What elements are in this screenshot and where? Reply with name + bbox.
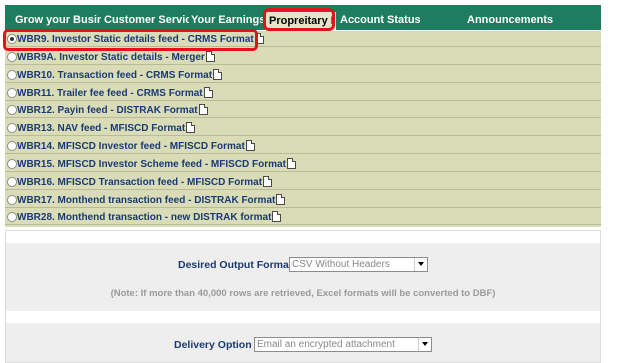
report-row-wbr17[interactable]: WBR17. Monthend transaction feed - DISTR… bbox=[5, 192, 601, 208]
report-row-wbr15[interactable]: WBR15. MFISCD Investor Scheme feed - MFI… bbox=[5, 156, 601, 172]
report-radio[interactable] bbox=[7, 159, 17, 169]
document-icon bbox=[263, 176, 273, 187]
options-panel: Desired Output Format CSV Without Header… bbox=[5, 230, 601, 363]
chevron-down-icon[interactable] bbox=[418, 338, 431, 351]
document-icon bbox=[286, 158, 296, 169]
report-label[interactable]: WBR28. Monthend transaction - new DISTRA… bbox=[17, 212, 271, 223]
report-radio[interactable] bbox=[7, 105, 17, 115]
panel-spacer bbox=[6, 311, 600, 323]
report-radio[interactable] bbox=[7, 88, 17, 98]
active-tab-highlight bbox=[263, 8, 335, 31]
report-label[interactable]: WBR10. Transaction feed - CRMS Format bbox=[17, 70, 212, 81]
report-row-wbr16[interactable]: WBR16. MFISCD Transaction feed - MFISCD … bbox=[5, 174, 601, 190]
report-row-wbr14[interactable]: WBR14. MFISCD Investor feed - MFISCD For… bbox=[5, 138, 601, 154]
document-icon bbox=[198, 104, 208, 115]
document-icon bbox=[205, 51, 215, 62]
report-row-wbr9a[interactable]: WBR9A. Investor Static details - Merger bbox=[5, 49, 601, 65]
output-format-select[interactable]: CSV Without Headers bbox=[289, 257, 428, 272]
report-row-wbr11[interactable]: WBR11. Trailer fee feed - CRMS Format bbox=[5, 85, 601, 101]
report-label[interactable]: WBR13. NAV feed - MFISCD Format bbox=[17, 123, 185, 134]
tab-account-status[interactable]: Account Status bbox=[340, 5, 420, 30]
report-row-wbr28[interactable]: WBR28. Monthend transaction - new DISTRA… bbox=[5, 209, 601, 225]
report-radio[interactable] bbox=[7, 177, 17, 187]
document-icon bbox=[276, 194, 286, 205]
report-radio[interactable] bbox=[7, 141, 17, 151]
document-icon bbox=[213, 69, 223, 80]
report-label[interactable]: WBR9A. Investor Static details - Merger bbox=[17, 52, 205, 63]
report-label[interactable]: WBR12. Payin feed - DISTRAK Format bbox=[17, 105, 198, 116]
chevron-down-icon[interactable] bbox=[414, 258, 427, 271]
report-label[interactable]: WBR15. MFISCD Investor Scheme feed - MFI… bbox=[17, 159, 286, 170]
report-list: WBR9. Investor Static details feed - CRM… bbox=[5, 31, 601, 227]
report-radio[interactable] bbox=[7, 70, 17, 80]
report-row-wbr12[interactable]: WBR12. Payin feed - DISTRAK Format bbox=[5, 102, 601, 118]
tab-customer-service[interactable]: Customer Servic bbox=[104, 5, 189, 30]
delivery-option-label: Delivery Option bbox=[174, 339, 252, 351]
report-radio[interactable] bbox=[7, 195, 17, 205]
selected-report-highlight bbox=[3, 29, 258, 51]
tab-grow-your-business[interactable]: Grow your Busir bbox=[15, 5, 102, 30]
panel-spacer bbox=[6, 231, 600, 243]
document-icon bbox=[203, 87, 213, 98]
report-label[interactable]: WBR11. Trailer fee feed - CRMS Format bbox=[17, 88, 203, 99]
output-format-value: CSV Without Headers bbox=[292, 259, 390, 270]
report-radio[interactable] bbox=[7, 212, 17, 222]
document-icon bbox=[272, 211, 282, 222]
report-label[interactable]: WBR16. MFISCD Transaction feed - MFISCD … bbox=[17, 177, 262, 188]
report-label[interactable]: WBR14. MFISCD Investor feed - MFISCD For… bbox=[17, 141, 245, 152]
report-row-wbr10[interactable]: WBR10. Transaction feed - CRMS Format bbox=[5, 67, 601, 83]
output-format-label: Desired Output Format bbox=[178, 259, 293, 271]
report-label[interactable]: WBR17. Monthend transaction feed - DISTR… bbox=[17, 195, 275, 206]
tab-your-earnings[interactable]: Your Earnings bbox=[191, 5, 269, 30]
report-radio[interactable] bbox=[7, 123, 17, 133]
delivery-option-select[interactable]: Email an encrypted attachment bbox=[254, 337, 432, 352]
document-icon bbox=[186, 122, 196, 133]
row-limit-note: (Note: If more than 40,000 rows are retr… bbox=[110, 288, 496, 299]
tab-announcements[interactable]: Announcements bbox=[467, 5, 557, 30]
report-radio[interactable] bbox=[7, 52, 17, 62]
delivery-option-value: Email an encrypted attachment bbox=[257, 339, 395, 350]
document-icon bbox=[245, 140, 255, 151]
report-row-wbr13[interactable]: WBR13. NAV feed - MFISCD Format bbox=[5, 120, 601, 136]
